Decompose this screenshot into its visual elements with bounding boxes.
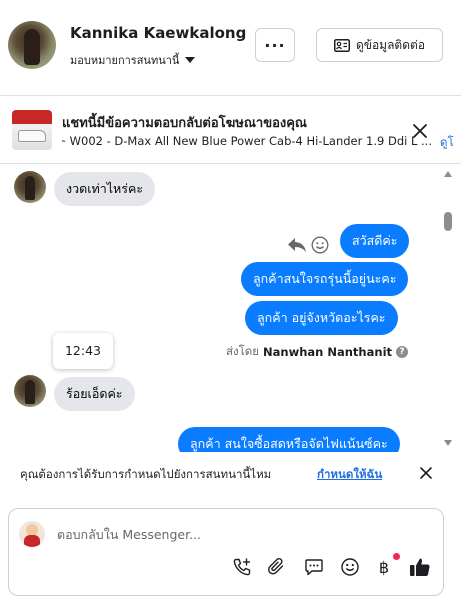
view-contact-label: ดูข้อมูลติดต่อ [355, 37, 426, 52]
assign-to-me-link[interactable]: กำหนดให้ฉัน [317, 466, 382, 484]
view-contact-button[interactable]: ดูข้อมูลติดต่อ [316, 28, 443, 62]
sent-by-prefix: ส่งโดย [226, 344, 260, 358]
saved-reply-icon [305, 559, 323, 576]
info-icon[interactable]: ? [396, 346, 409, 358]
attachment-icon [268, 557, 284, 575]
ad-banner-subtitle: W002 - D-Max All New Blue Power Cab-4 Hi… [62, 134, 432, 148]
customer-avatar-small[interactable] [14, 375, 46, 407]
scrollbar[interactable] [443, 165, 453, 452]
saved-reply-button[interactable] [302, 555, 326, 579]
scroll-up-icon[interactable] [444, 171, 452, 177]
agent-name: Nanwhan Nanthanit [263, 345, 393, 359]
scroll-down-icon[interactable] [444, 440, 452, 446]
close-icon[interactable] [409, 120, 431, 142]
notification-dot [393, 553, 400, 560]
contact-card-icon [333, 38, 350, 52]
message-bubble-outgoing[interactable]: ลูกค้าสนใจรถรุ่นนี้อยู่นะคะ [241, 262, 409, 296]
smile-icon[interactable] [311, 236, 329, 254]
attachment-button[interactable] [265, 555, 289, 579]
suggestion-text: คุณต้องการได้รับการกำหนดไปยังการสนทนานี้… [20, 467, 272, 481]
message-bubble-outgoing[interactable]: สวัสดีค่ะ [340, 224, 410, 258]
caret-down-icon [185, 57, 196, 63]
add-call-button[interactable] [230, 555, 254, 579]
customer-avatar-small[interactable] [14, 171, 46, 203]
ad-banner-title: แชทนี้มีข้อความตอบกลับต่อโฆษณาของคุณ [62, 116, 307, 131]
assign-conversation-dropdown[interactable]: มอบหมายการสนทนานี้ [70, 51, 196, 69]
close-icon[interactable] [418, 465, 434, 481]
reply-icon[interactable] [287, 236, 307, 254]
like-icon [410, 558, 430, 576]
more-icon: ··· [264, 35, 286, 55]
ad-thumbnail[interactable] [12, 110, 52, 150]
assignment-suggestion-bar: คุณต้องการได้รับการกำหนดไปยังการสนทนานี้… [0, 452, 461, 496]
truck-icon [62, 140, 66, 143]
conversation-header: Kannika Kaewkalong มอบหมายการสนทนานี้ ··… [0, 0, 461, 96]
baht-icon: ฿ [378, 557, 390, 577]
scroll-thumb[interactable] [444, 212, 452, 231]
message-composer: ฿ [8, 508, 444, 596]
customer-avatar[interactable] [8, 21, 56, 69]
assign-label: มอบหมายการสนทนานี้ [70, 54, 180, 67]
like-button[interactable] [408, 555, 432, 579]
ad-reply-banner: แชทนี้มีข้อความตอบกลับต่อโฆษณาของคุณ W00… [0, 96, 461, 164]
ad-name: W002 - D-Max All New Blue Power Cab-4 Hi… [69, 134, 432, 148]
reply-input[interactable] [57, 523, 427, 545]
message-bubble-outgoing[interactable]: ลูกค้า อยู่จังหวัดอะไรคะ [245, 301, 398, 335]
add-call-icon [233, 558, 251, 576]
payment-button[interactable]: ฿ [372, 555, 396, 579]
sent-by-label: ส่งโดย Nanwhan Nanthanit ? [226, 343, 409, 361]
page-avatar [19, 521, 45, 547]
emoji-icon [341, 558, 359, 576]
view-ad-link[interactable]: ดูโ [440, 134, 454, 152]
more-options-button[interactable]: ··· [255, 28, 295, 62]
customer-name[interactable]: Kannika Kaewkalong [70, 24, 246, 42]
timestamp-tooltip: 12:43 [53, 333, 113, 369]
emoji-button[interactable] [338, 555, 362, 579]
message-bubble-incoming[interactable]: ร้อยเอ็ดค่ะ [54, 377, 135, 411]
message-bubble-incoming[interactable]: งวดเท่าไหร่คะ [54, 172, 156, 206]
